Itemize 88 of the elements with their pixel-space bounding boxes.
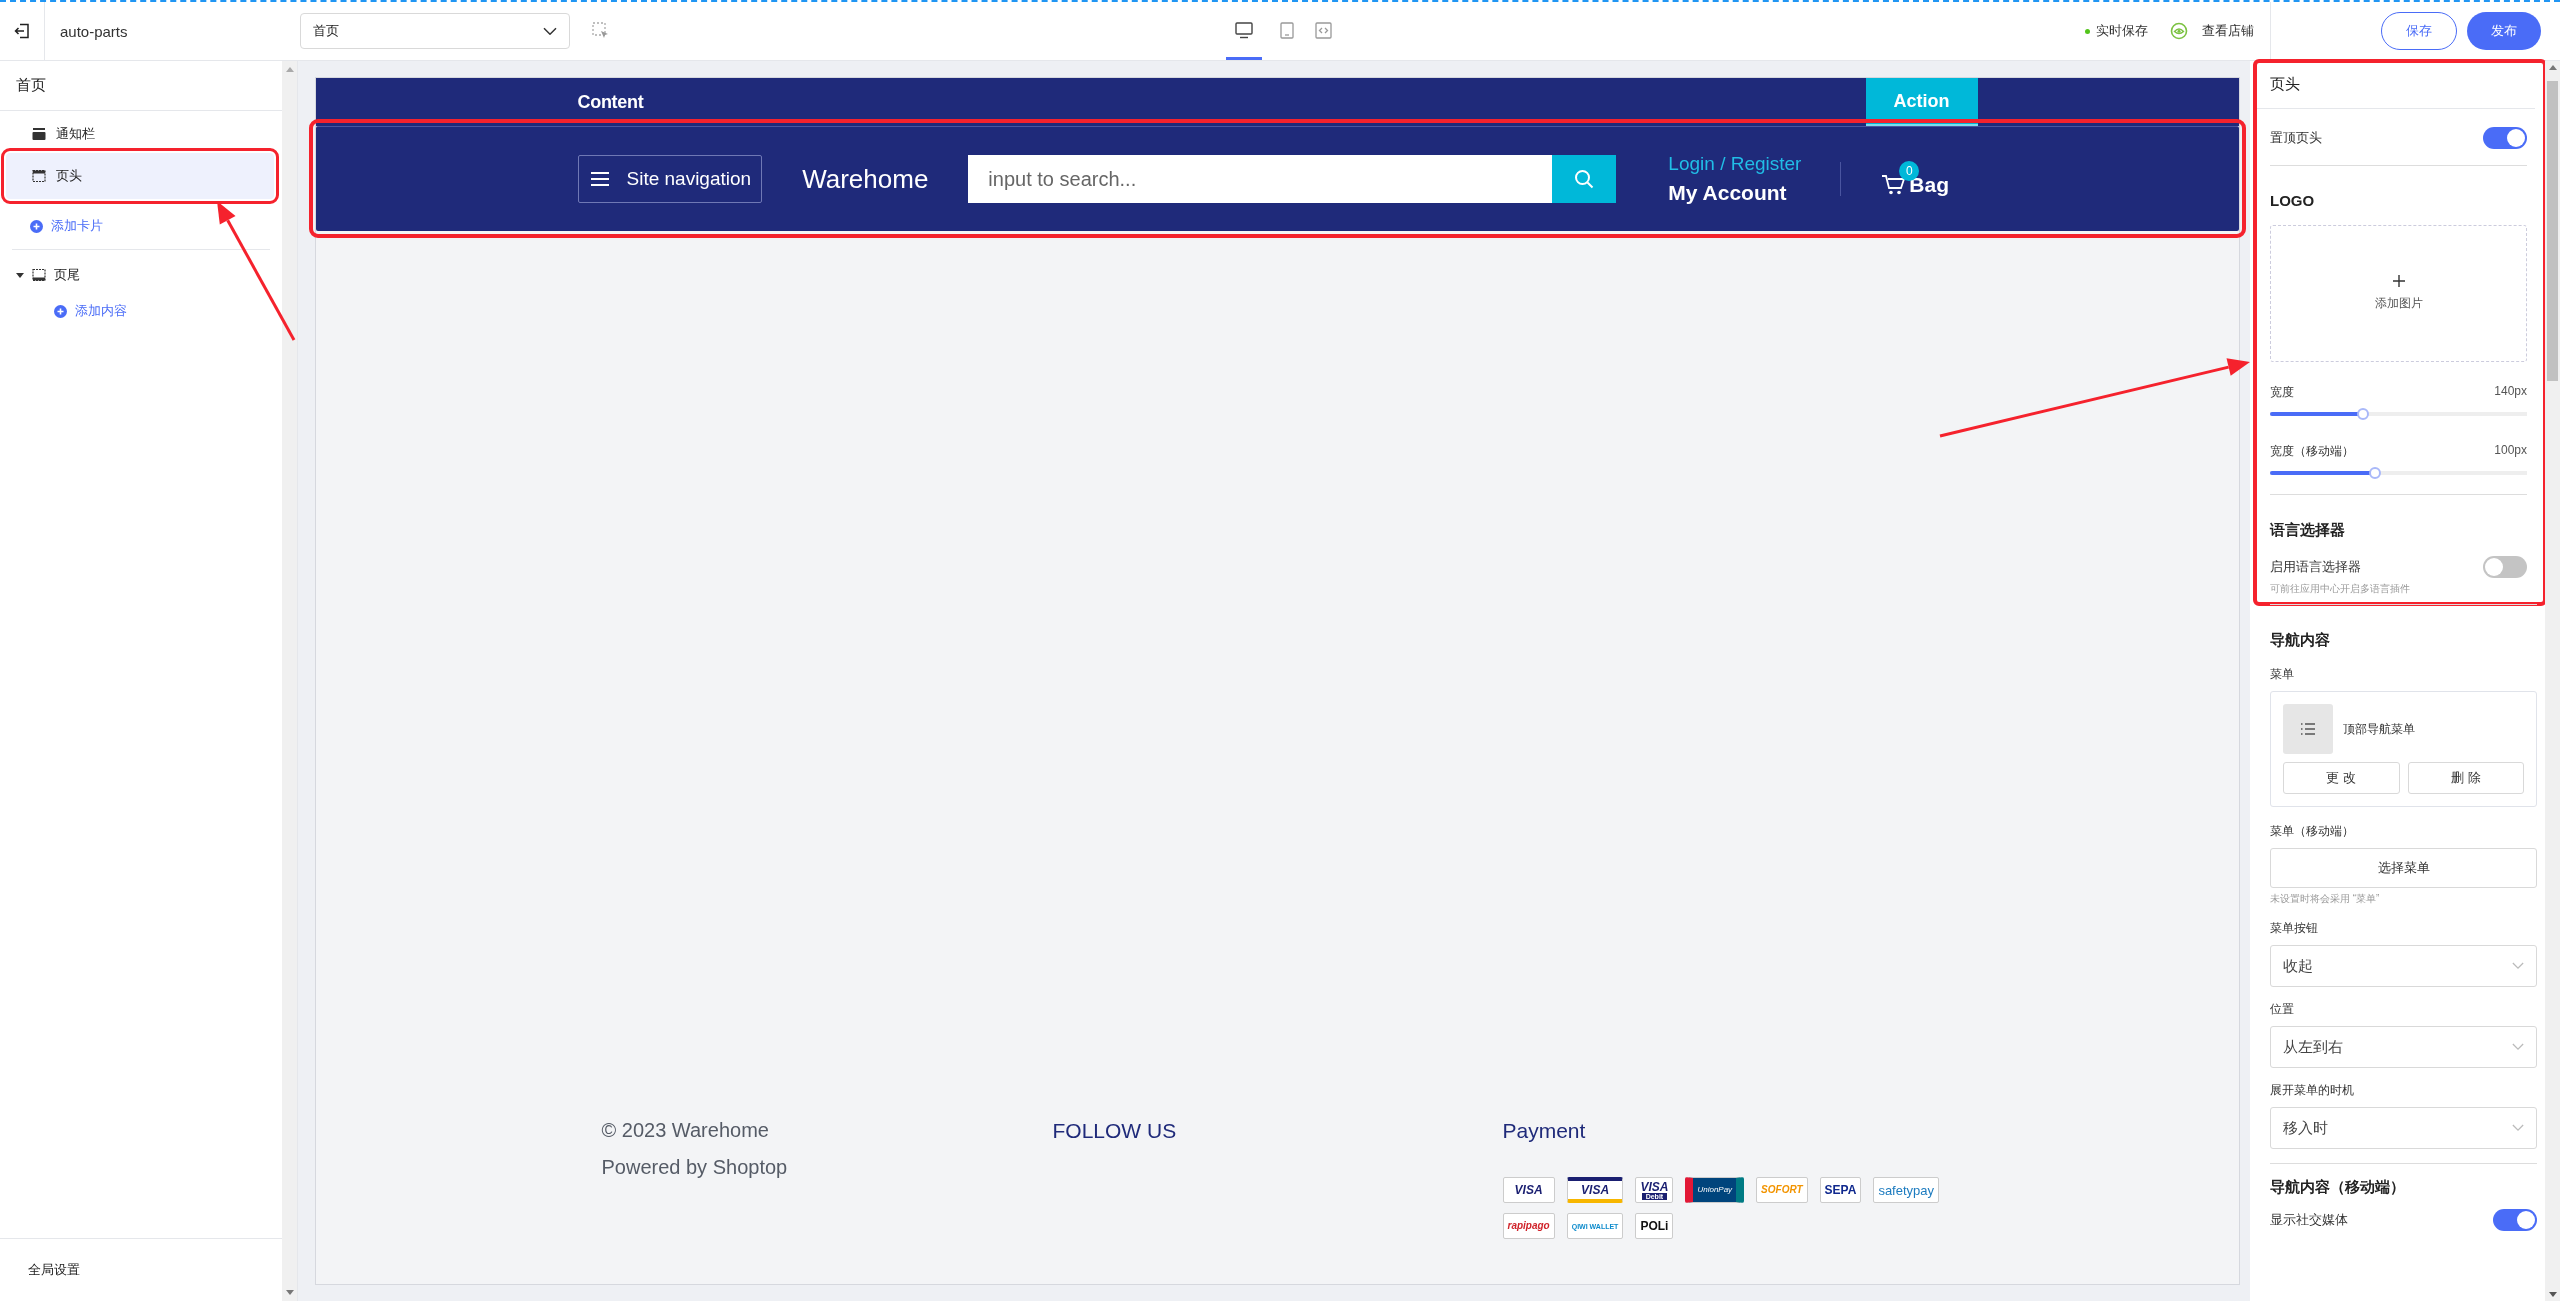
section-heading: 导航内容 bbox=[2270, 630, 2331, 650]
add-content-button[interactable]: 添加内容 bbox=[54, 302, 282, 320]
scrollbar[interactable] bbox=[282, 61, 297, 1301]
setting-label: 显示社交媒体 bbox=[2270, 1211, 2348, 1229]
payment-logo: UnionPay bbox=[1685, 1177, 1745, 1203]
desktop-icon bbox=[1235, 22, 1253, 39]
footer-layout-icon bbox=[32, 268, 46, 282]
section-heading: 导航内容（移动端） bbox=[2270, 1177, 2406, 1197]
choose-menu-button[interactable]: 选择菜单 bbox=[2270, 848, 2537, 888]
field-label: 展开菜单的时机 bbox=[2270, 1082, 2355, 1099]
menu-icon bbox=[590, 172, 609, 186]
payment-logo: SEPA bbox=[1819, 1177, 1862, 1203]
page-select[interactable]: 首页 bbox=[300, 13, 570, 49]
field-label: 菜单 bbox=[2270, 666, 2295, 683]
save-button[interactable]: 保存 bbox=[2381, 12, 2457, 50]
code-icon bbox=[1314, 22, 1332, 39]
select-field[interactable]: 从左到右 bbox=[2270, 1026, 2537, 1068]
select-tool-icon[interactable] bbox=[592, 22, 610, 40]
section-item[interactable]: 通知栏 bbox=[12, 119, 276, 149]
select-field[interactable]: 移入时 bbox=[2270, 1107, 2537, 1149]
hint-text: 可前往应用中心开启多语言插件 bbox=[2270, 582, 2411, 596]
select-field[interactable]: 收起 bbox=[2270, 945, 2537, 987]
scrollbar[interactable] bbox=[2545, 61, 2560, 1301]
autosave-status: 实时保存 bbox=[2085, 22, 2148, 40]
copyright-text: © 2023 Warehome bbox=[601, 1119, 770, 1142]
menu-action-button[interactable]: 删 除 bbox=[2407, 762, 2524, 794]
view-store-link[interactable]: 查看店铺 bbox=[2202, 22, 2254, 40]
payment-logo: VISA bbox=[1566, 1177, 1624, 1203]
slider-label: 宽度（移动端） bbox=[2270, 443, 2354, 460]
exit-icon[interactable] bbox=[14, 23, 30, 39]
scrollbar-thumb[interactable] bbox=[2547, 81, 2558, 381]
search-button[interactable] bbox=[1552, 155, 1617, 203]
list-icon bbox=[2283, 704, 2333, 754]
section-heading: 语言选择器 bbox=[2270, 520, 2346, 540]
chevron-down-icon bbox=[2512, 962, 2524, 970]
site-navigation-button[interactable]: Site navigation bbox=[577, 155, 763, 203]
menu-action-button[interactable]: 更 改 bbox=[2283, 762, 2400, 794]
caret-icon bbox=[16, 271, 24, 279]
payment-logo: safetypay bbox=[1873, 1177, 1940, 1203]
field-label: 菜单（移动端） bbox=[2270, 823, 2355, 840]
notice-bar-icon bbox=[32, 127, 46, 141]
field-label: 位置 bbox=[2270, 1001, 2295, 1018]
scroll-up-icon[interactable] bbox=[285, 67, 294, 72]
payment-logo: VISA bbox=[1502, 1177, 1555, 1203]
panel-title: 页头 bbox=[2255, 65, 2535, 109]
scroll-down-icon[interactable] bbox=[2548, 1292, 2557, 1297]
powered-by-text: Powered by Shoptop bbox=[601, 1156, 789, 1179]
hint-text: 未设置时将会采用 “菜单” bbox=[2270, 892, 2381, 906]
eye-icon[interactable] bbox=[2170, 22, 2188, 40]
toggle-switch[interactable] bbox=[2483, 127, 2527, 149]
slider-reading: 100px bbox=[2494, 443, 2527, 459]
login-register-link[interactable]: Login / Register bbox=[1668, 153, 1841, 175]
my-account-link[interactable]: My Account bbox=[1668, 181, 1841, 205]
plus-circle-icon bbox=[54, 304, 67, 318]
menu-name: 顶部导航菜单 bbox=[2343, 720, 2415, 738]
slider-thumb[interactable] bbox=[2369, 467, 2382, 479]
payment-logo: rapipago bbox=[1502, 1213, 1555, 1239]
section-heading: LOGO bbox=[2270, 191, 2316, 211]
chevron-down-icon bbox=[2512, 1043, 2524, 1051]
header-layout-icon bbox=[32, 169, 46, 183]
chevron-down-icon bbox=[2512, 1124, 2524, 1132]
follow-heading: FOLLOW US bbox=[1052, 1119, 1178, 1143]
toggle-switch[interactable] bbox=[2493, 1209, 2537, 1231]
scroll-down-icon[interactable] bbox=[285, 1290, 294, 1295]
plus-circle-icon bbox=[30, 219, 43, 233]
publish-button[interactable]: 发布 bbox=[2467, 12, 2541, 50]
field-label: 菜单按钮 bbox=[2270, 920, 2319, 937]
slider-label: 宽度 bbox=[2270, 384, 2294, 401]
footer-group[interactable]: 页尾 bbox=[0, 250, 282, 284]
setting-label: 启用语言选择器 bbox=[2270, 558, 2361, 576]
toggle-switch[interactable] bbox=[2483, 556, 2527, 578]
scroll-up-icon[interactable] bbox=[2548, 65, 2557, 70]
search-field[interactable]: input to search... bbox=[968, 155, 1553, 203]
setting-label: 置顶页头 bbox=[2270, 129, 2322, 147]
plus-icon bbox=[2392, 275, 2405, 287]
payment-heading: Payment bbox=[1502, 1119, 1587, 1143]
announcement-text: Content bbox=[577, 91, 644, 113]
project-name: auto-parts bbox=[60, 22, 129, 40]
search-icon bbox=[1574, 169, 1595, 189]
cart-icon bbox=[1881, 174, 1906, 196]
tablet-icon bbox=[1280, 22, 1294, 39]
slider-thumb[interactable] bbox=[2356, 408, 2369, 420]
payment-logo: POLi bbox=[1635, 1213, 1674, 1239]
payment-logo: SOFORT bbox=[1756, 1177, 1808, 1203]
image-upload-area[interactable]: 添加图片 bbox=[2270, 225, 2527, 362]
store-logo-text[interactable]: Warehome bbox=[802, 163, 929, 195]
slider-reading: 140px bbox=[2494, 384, 2527, 400]
chevron-down-icon bbox=[543, 26, 557, 36]
